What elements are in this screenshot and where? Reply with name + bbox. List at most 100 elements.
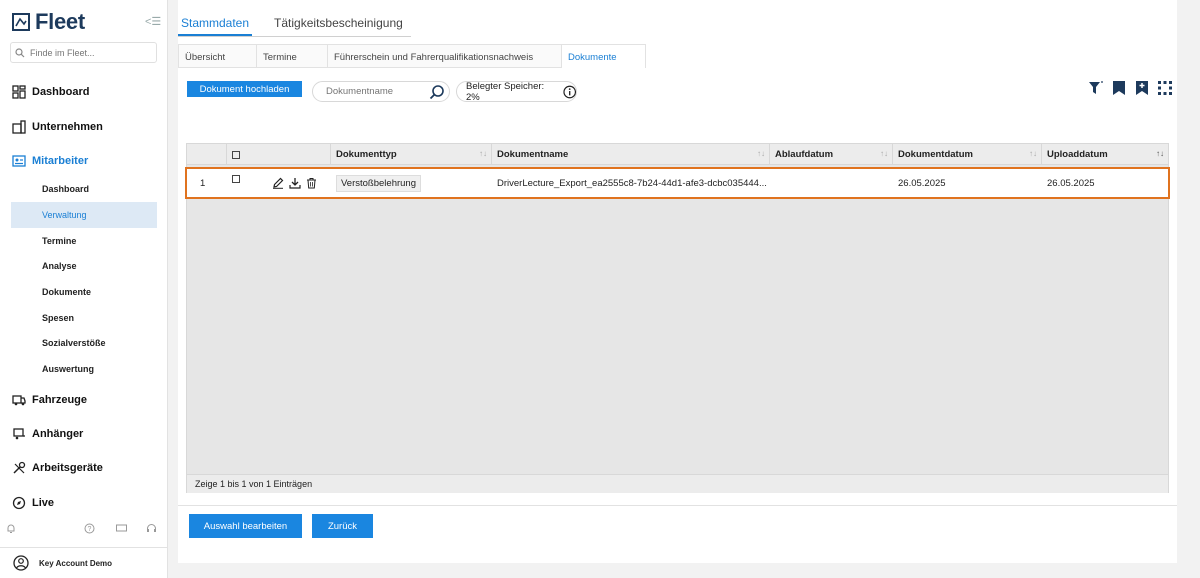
row-dokumenttyp: Verstoßbelehrung bbox=[331, 169, 492, 197]
dashboard-icon bbox=[12, 85, 26, 99]
compass-icon bbox=[12, 496, 26, 510]
svg-text:?: ? bbox=[88, 526, 92, 533]
sidebar-sub-auswertung[interactable]: Auswertung bbox=[11, 356, 157, 382]
logo-text: Fleet bbox=[35, 9, 85, 34]
tabs-divider bbox=[178, 36, 411, 37]
keyboard-icon[interactable] bbox=[116, 523, 127, 536]
main-panel: Stammdaten Tätigkeitsbescheinigung Übers… bbox=[178, 0, 1177, 563]
nav-fahrzeuge-label: Fahrzeuge bbox=[32, 394, 88, 406]
subtab-fuehrerschein[interactable]: Führerschein und Fahrerqualifikationsnac… bbox=[327, 44, 561, 68]
sub-tabs: Übersicht Termine Führerschein und Fahre… bbox=[178, 44, 646, 68]
header-dokumentname[interactable]: Dokumentname ↑↓ bbox=[492, 144, 770, 165]
row-index: 1 bbox=[200, 177, 206, 189]
dokumenttyp-tag: Verstoßbelehrung bbox=[336, 174, 421, 192]
sort-icon[interactable]: ↑↓ bbox=[880, 149, 888, 158]
sidebar-sub-verwaltung[interactable]: Verwaltung bbox=[11, 202, 157, 228]
download-icon[interactable] bbox=[289, 177, 301, 189]
header-dokumenttyp[interactable]: Dokumenttyp ↑↓ bbox=[331, 144, 492, 165]
truck-icon bbox=[12, 395, 26, 406]
fleet-logo-icon bbox=[12, 13, 30, 31]
nav-arbeitsgeraete[interactable]: Arbeitsgeräte bbox=[12, 458, 103, 478]
header-index bbox=[187, 144, 227, 165]
subtab-termine[interactable]: Termine bbox=[256, 44, 327, 68]
header-dokumentname-label: Dokumentname bbox=[497, 149, 569, 160]
user-avatar-icon bbox=[13, 555, 29, 571]
select-all-checkbox[interactable] bbox=[232, 150, 240, 159]
help-icon[interactable]: ? bbox=[84, 523, 95, 537]
edit-selection-button[interactable]: Auswahl bearbeiten bbox=[189, 514, 302, 538]
header-dokumentdatum[interactable]: Dokumentdatum ↑↓ bbox=[893, 144, 1042, 165]
collapse-sidebar-icon[interactable]: <☰ bbox=[145, 15, 161, 28]
nav-fahrzeuge[interactable]: Fahrzeuge bbox=[12, 390, 87, 410]
row-select[interactable] bbox=[227, 169, 257, 197]
sort-icon[interactable]: ↑↓ bbox=[479, 149, 487, 158]
upload-document-button[interactable]: Dokument hochladen bbox=[187, 81, 302, 97]
nav-live-label: Live bbox=[32, 497, 55, 509]
header-uploaddatum-label: Uploaddatum bbox=[1047, 149, 1108, 160]
header-dokumentdatum-label: Dokumentdatum bbox=[898, 149, 973, 160]
nav-dashboard-label: Dashboard bbox=[32, 86, 90, 98]
nav-dashboard[interactable]: Dashboard bbox=[12, 82, 89, 102]
storage-indicator: Belegter Speicher: 2% bbox=[456, 80, 577, 103]
row-dokumentname[interactable]: DriverLecture_Export_ea2555c8-7b24-44d1-… bbox=[492, 169, 770, 197]
nav-unternehmen[interactable]: Unternehmen bbox=[12, 117, 103, 137]
id-card-icon bbox=[12, 155, 26, 167]
row-actions bbox=[267, 169, 331, 197]
tools-icon bbox=[13, 461, 26, 474]
nav-live[interactable]: Live bbox=[12, 493, 54, 513]
nav-anhaenger-label: Anhänger bbox=[32, 428, 84, 440]
document-search-input[interactable] bbox=[326, 86, 426, 97]
edit-icon[interactable] bbox=[272, 177, 284, 189]
tab-taetigkeitsbescheinigung[interactable]: Tätigkeitsbescheinigung bbox=[271, 10, 406, 36]
nav-arbeitsgeraete-label: Arbeitsgeräte bbox=[32, 462, 103, 474]
sort-desc-icon[interactable]: ↑↓ bbox=[1156, 149, 1164, 158]
sidebar-sub-dashboard[interactable]: Dashboard bbox=[11, 176, 157, 202]
row-checkbox[interactable] bbox=[232, 175, 240, 183]
table-row[interactable]: 1 Verstoßbelehrung DriverLecture_Export_… bbox=[185, 167, 1170, 199]
sidebar: Fleet <☰ Dashboard Unternehmen Mitarbeit… bbox=[0, 0, 168, 578]
header-uploaddatum[interactable]: Uploaddatum ↑↓ bbox=[1042, 144, 1168, 165]
subtab-uebersicht[interactable]: Übersicht bbox=[178, 44, 256, 68]
columns-grid-icon[interactable] bbox=[1157, 80, 1173, 96]
sidebar-sub-spesen[interactable]: Spesen bbox=[11, 305, 157, 331]
sort-icon[interactable]: ↑↓ bbox=[757, 149, 765, 158]
tab-stammdaten[interactable]: Stammdaten bbox=[178, 10, 253, 36]
back-button[interactable]: Zurück bbox=[312, 514, 373, 538]
subtab-dokumente[interactable]: Dokumente bbox=[561, 44, 646, 68]
row-ablaufdatum bbox=[770, 169, 893, 197]
table-tools bbox=[1088, 80, 1173, 96]
trailer-icon bbox=[13, 428, 25, 440]
headset-icon[interactable] bbox=[146, 523, 157, 537]
document-search[interactable] bbox=[312, 81, 450, 102]
sidebar-search-input[interactable] bbox=[30, 47, 145, 58]
bookmark-add-icon[interactable] bbox=[1134, 80, 1150, 96]
sidebar-sub-analyse[interactable]: Analyse bbox=[11, 253, 157, 279]
delete-icon[interactable] bbox=[306, 177, 317, 189]
storage-label: Belegter Speicher: 2% bbox=[466, 80, 545, 103]
bell-icon[interactable] bbox=[6, 523, 16, 537]
fleet-logo[interactable]: Fleet bbox=[12, 9, 85, 35]
search-icon[interactable] bbox=[429, 84, 445, 100]
sidebar-sub-sozialverstoesse[interactable]: Sozialverstöße bbox=[11, 330, 157, 356]
filter-icon[interactable] bbox=[1088, 80, 1104, 96]
sort-icon[interactable]: ↑↓ bbox=[1029, 149, 1037, 158]
table-footer: Zeige 1 bis 1 von 1 Einträgen bbox=[187, 474, 1168, 493]
search-icon bbox=[15, 47, 25, 57]
sidebar-sub-dokumente[interactable]: Dokumente bbox=[11, 279, 157, 305]
header-ablaufdatum[interactable]: Ablaufdatum ↑↓ bbox=[770, 144, 893, 165]
footer-divider bbox=[178, 505, 1177, 506]
user-name: Key Account Demo bbox=[39, 558, 113, 568]
nav-mitarbeiter[interactable]: Mitarbeiter bbox=[12, 151, 88, 171]
building-icon bbox=[12, 120, 26, 134]
header-select-all[interactable] bbox=[227, 144, 331, 165]
info-icon[interactable] bbox=[562, 85, 576, 99]
bookmark-icon[interactable] bbox=[1111, 80, 1127, 96]
sidebar-search[interactable] bbox=[10, 42, 157, 63]
top-tabs: Stammdaten Tätigkeitsbescheinigung bbox=[178, 10, 406, 37]
header-ablaufdatum-label: Ablaufdatum bbox=[775, 149, 834, 160]
nav-anhaenger[interactable]: Anhänger bbox=[12, 424, 83, 444]
row-uploaddatum: 26.05.2025 bbox=[1047, 177, 1095, 189]
sidebar-sub-termine[interactable]: Termine bbox=[11, 228, 157, 254]
user-profile[interactable]: Key Account Demo bbox=[0, 547, 167, 578]
sidebar-tools: ? bbox=[0, 523, 167, 539]
